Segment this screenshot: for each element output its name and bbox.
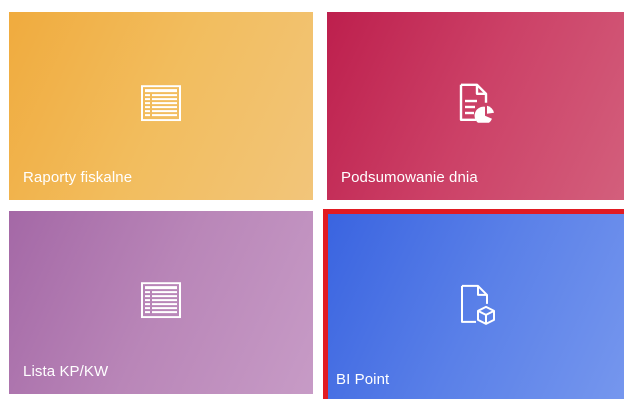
document-cube-icon [461, 284, 495, 325]
tile-label: Raporty fiskalne [23, 169, 133, 186]
document-chart-icon [459, 83, 494, 123]
tile-label: Podsumowanie dnia [341, 169, 478, 186]
tile-label: Lista KP/KW [23, 363, 109, 380]
list-table-icon [141, 281, 181, 318]
list-table-icon [141, 85, 181, 122]
tile-label: BI Point [336, 371, 390, 388]
tile-lista-kp-kw[interactable]: Lista KP/KW [9, 211, 313, 394]
tile-raporty-fiskalne[interactable]: Raporty fiskalne [9, 12, 313, 200]
tile-podsumowanie-dnia[interactable]: Podsumowanie dnia [327, 12, 624, 200]
tile-bi-point[interactable]: BI Point [323, 209, 624, 399]
tile-bi-point-body: BI Point [328, 214, 624, 399]
